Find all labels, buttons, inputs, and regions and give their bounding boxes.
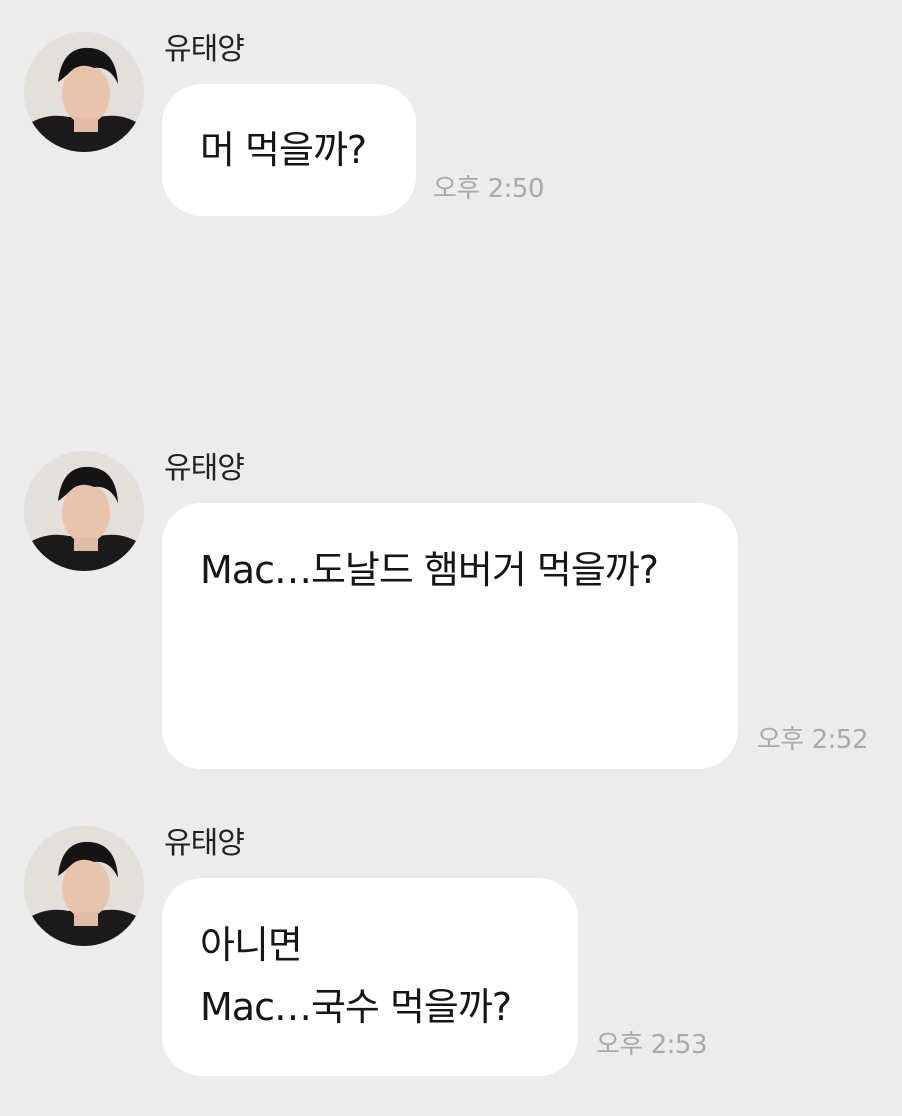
message-text: Mac…국수 먹을까?: [200, 985, 512, 1029]
message-bubble[interactable]: Mac…도날드 햄버거 먹을까?: [162, 503, 738, 769]
avatar[interactable]: [24, 451, 144, 571]
sender-name: 유태양: [164, 451, 245, 486]
message-timestamp: 오후 2:53: [596, 1030, 708, 1060]
message-text: Mac…도날드 햄버거 먹을까?: [200, 548, 659, 592]
message-bubble[interactable]: 머 먹을까?: [162, 84, 416, 216]
avatar[interactable]: [24, 826, 144, 946]
sender-name: 유태양: [164, 826, 245, 861]
message-text: 아니면: [200, 923, 303, 967]
message-text: 머 먹을까?: [200, 128, 367, 172]
message-timestamp: 오후 2:52: [757, 725, 869, 755]
message-bubble[interactable]: 아니면 Mac…국수 먹을까?: [162, 878, 578, 1076]
avatar[interactable]: [24, 32, 144, 152]
sender-name: 유태양: [164, 32, 245, 67]
message-timestamp: 오후 2:50: [433, 174, 545, 204]
